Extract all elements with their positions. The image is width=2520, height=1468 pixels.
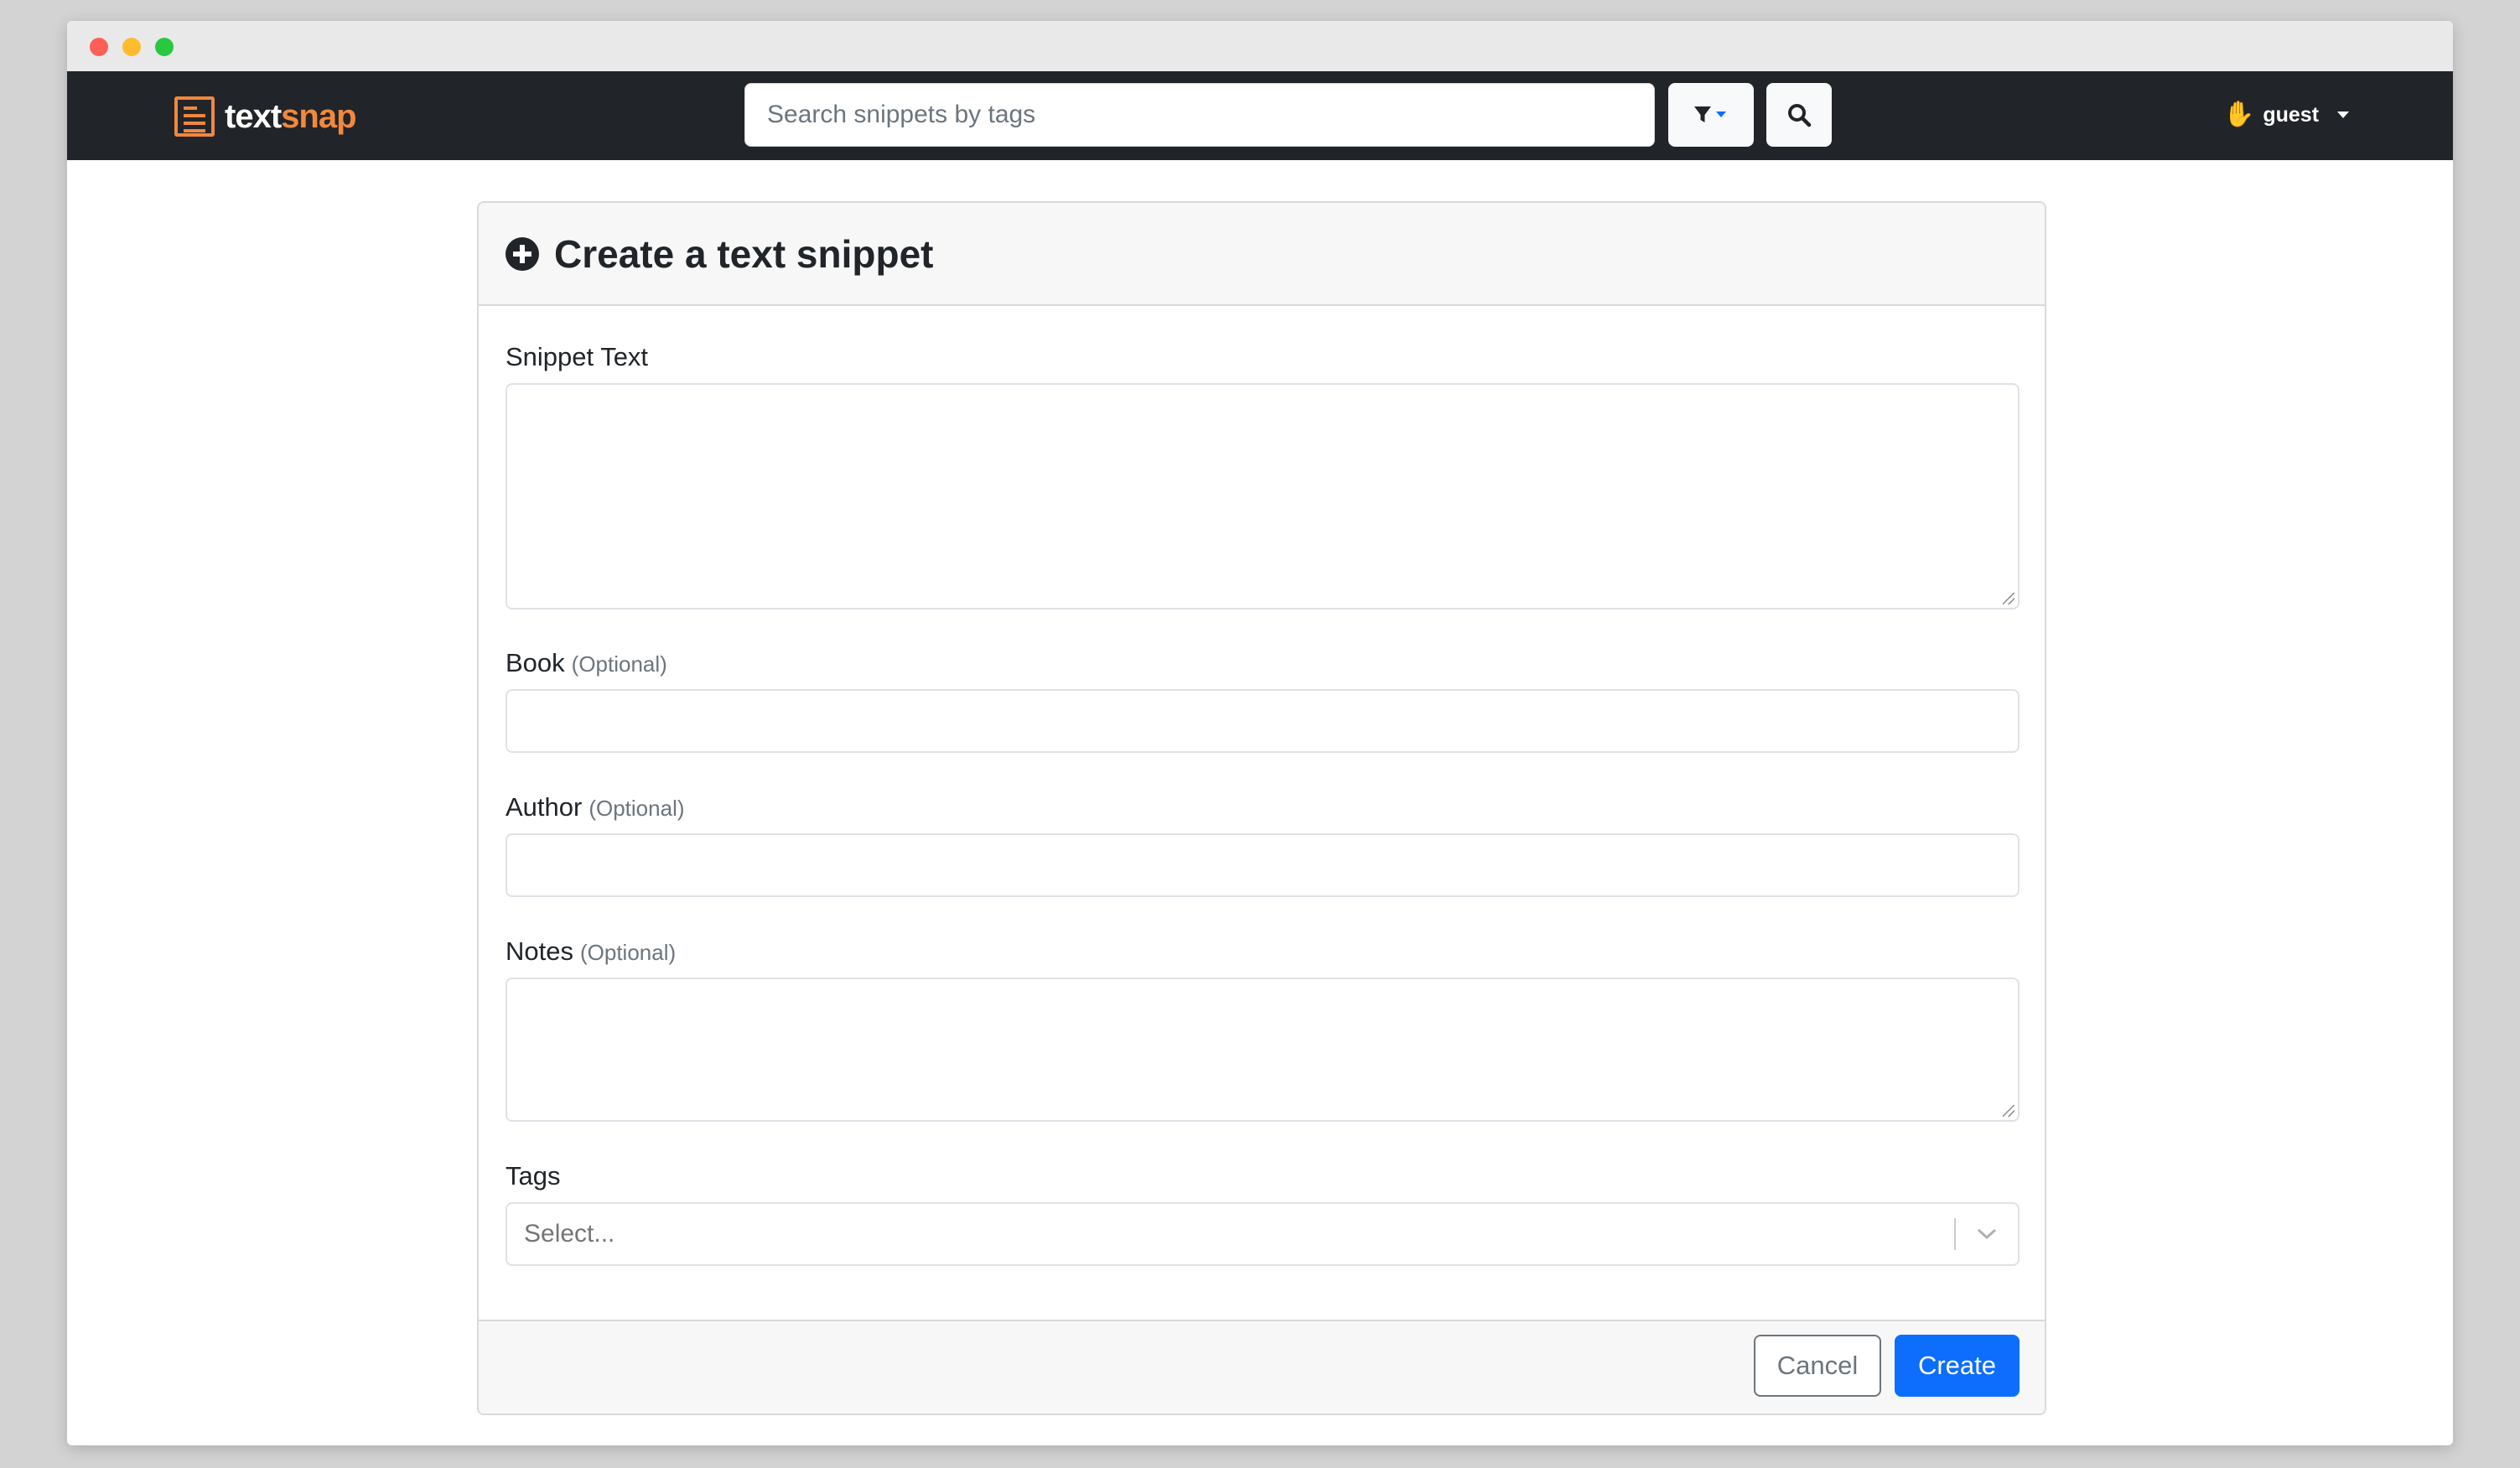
create-button[interactable]: Create — [1895, 1335, 2020, 1397]
tags-label: Tags — [506, 1161, 560, 1191]
notepad-logo-icon — [174, 96, 215, 137]
snippet-text-textarea[interactable] — [506, 383, 2020, 610]
create-snippet-card: Create a text snippet Snippet Text Book(… — [477, 201, 2046, 1415]
plus-circle-icon — [506, 236, 539, 271]
brand-logo[interactable]: textsnap — [174, 94, 357, 139]
filter-icon — [1694, 106, 1726, 122]
minimize-window-button[interactable] — [122, 38, 141, 56]
author-label: Author (Optional) — [506, 792, 685, 822]
window-titlebar — [67, 21, 2453, 71]
close-window-button[interactable] — [90, 38, 108, 56]
book-label: Book (Optional) — [506, 648, 667, 678]
notes-label-text: Notes — [506, 936, 573, 966]
snippet-text-label: Snippet Text — [506, 342, 648, 372]
brand-name-part1: text — [225, 98, 282, 135]
user-menu-dropdown[interactable]: ✋ guest — [2223, 98, 2350, 132]
resize-handle-icon[interactable] — [2003, 593, 2014, 604]
optional-hint: (Optional) — [579, 940, 677, 965]
chevron-down-icon[interactable] — [1956, 1204, 2018, 1264]
tags-label-text: Tags — [506, 1161, 561, 1190]
optional-hint: (Optional) — [571, 651, 667, 677]
browser-window: textsnap ✋ guest Create a text snippet — [67, 21, 2453, 1445]
optional-hint: (Optional) — [589, 796, 685, 821]
card-footer: Cancel Create — [479, 1320, 2045, 1414]
brand-name: textsnap — [225, 98, 357, 135]
book-label-text: Book — [506, 648, 565, 677]
raised-hand-icon: ✋ — [2223, 101, 2255, 128]
book-input[interactable] — [506, 689, 2020, 753]
brand-name-part2: snap — [281, 98, 356, 135]
resize-handle-icon[interactable] — [2003, 1105, 2014, 1117]
top-navbar: textsnap ✋ guest — [67, 71, 2453, 160]
snippet-text-label-text: Snippet Text — [506, 342, 649, 371]
notes-label: Notes (Optional) — [506, 936, 676, 967]
user-name: guest — [2263, 102, 2320, 127]
card-header: Create a text snippet — [479, 203, 2045, 306]
tags-select-placeholder: Select... — [524, 1220, 615, 1248]
search-button[interactable] — [1766, 83, 1832, 147]
maximize-window-button[interactable] — [155, 38, 174, 56]
cancel-button[interactable]: Cancel — [1754, 1335, 1881, 1397]
notes-textarea[interactable] — [506, 978, 2020, 1122]
tag-search-input[interactable] — [744, 83, 1655, 147]
author-label-text: Author — [506, 792, 583, 822]
tags-select[interactable]: Select... — [506, 1202, 2020, 1266]
author-input[interactable] — [506, 833, 2020, 897]
filter-dropdown-button[interactable] — [1668, 83, 1754, 147]
search-icon — [1788, 104, 1812, 127]
page-title: Create a text snippet — [554, 231, 934, 276]
caret-down-icon — [2337, 112, 2350, 118]
